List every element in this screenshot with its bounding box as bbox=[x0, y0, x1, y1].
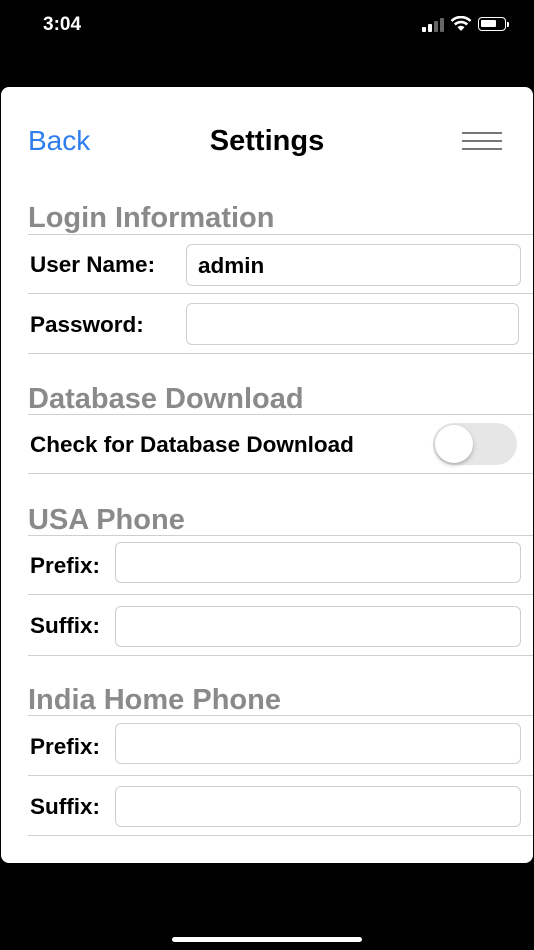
divider bbox=[28, 655, 533, 656]
cellular-signal-icon bbox=[422, 18, 444, 32]
divider bbox=[28, 353, 533, 354]
settings-screen: Back Settings Login Information User Nam… bbox=[1, 87, 533, 863]
usa-suffix-field[interactable] bbox=[115, 606, 521, 647]
india-suffix-field[interactable] bbox=[115, 786, 521, 827]
toggle-knob bbox=[435, 425, 473, 463]
status-bar: 3:04 bbox=[0, 0, 534, 60]
divider bbox=[28, 715, 533, 716]
india-prefix-label: Prefix: bbox=[30, 734, 101, 759]
password-label: Password: bbox=[30, 312, 144, 337]
divider bbox=[28, 473, 533, 474]
section-india-home-phone: India Home Phone bbox=[28, 684, 281, 716]
india-prefix-field[interactable] bbox=[115, 723, 521, 764]
home-indicator[interactable] bbox=[172, 937, 362, 942]
battery-tip bbox=[507, 22, 509, 27]
wifi-icon bbox=[450, 16, 472, 31]
divider bbox=[28, 835, 533, 836]
hamburger-menu-icon[interactable] bbox=[462, 132, 502, 158]
database-download-toggle[interactable] bbox=[433, 423, 517, 465]
divider bbox=[28, 414, 533, 415]
divider bbox=[28, 293, 533, 294]
status-time: 3:04 bbox=[43, 14, 82, 35]
user-name-label: User Name: bbox=[30, 252, 156, 277]
section-login-information: Login Information bbox=[28, 202, 275, 234]
section-database-download: Database Download bbox=[28, 383, 304, 415]
password-field[interactable] bbox=[186, 303, 519, 345]
database-download-label: Check for Database Download bbox=[30, 432, 354, 457]
usa-suffix-label: Suffix: bbox=[30, 613, 100, 638]
usa-prefix-field[interactable] bbox=[115, 542, 521, 583]
divider bbox=[28, 775, 533, 776]
page-title: Settings bbox=[209, 125, 325, 157]
india-suffix-label: Suffix: bbox=[30, 794, 100, 819]
divider bbox=[28, 234, 533, 235]
divider bbox=[28, 535, 533, 536]
usa-prefix-label: Prefix: bbox=[30, 553, 101, 578]
user-name-field[interactable]: admin bbox=[186, 244, 521, 286]
divider bbox=[28, 594, 533, 595]
section-usa-phone: USA Phone bbox=[28, 504, 185, 536]
battery-icon bbox=[478, 17, 506, 31]
